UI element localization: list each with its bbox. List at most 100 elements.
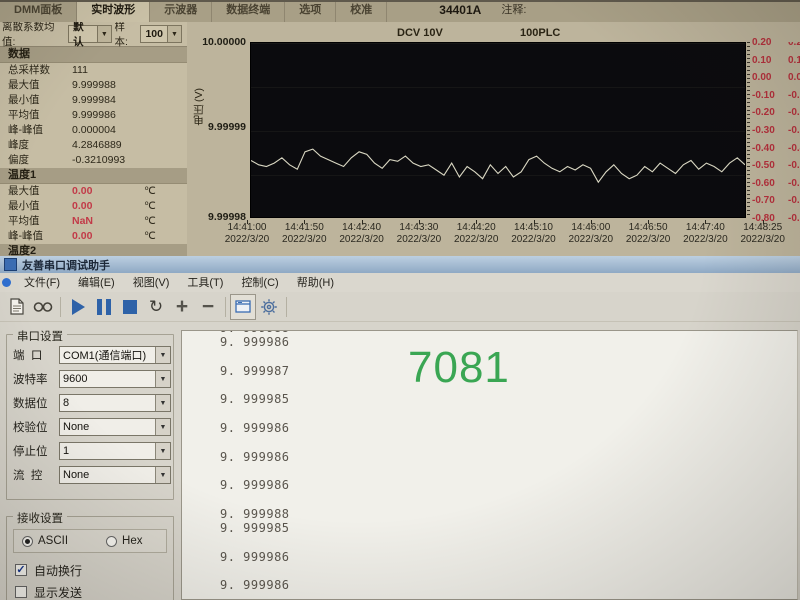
- dmm-app-window: DMM面板实时波形示波器数据终端选项校准34401A 注释: 离散系数均值: 默…: [0, 0, 800, 256]
- right-tick-label: 0.00: [752, 72, 786, 83]
- refresh-button[interactable]: ↻: [143, 294, 169, 320]
- photographed-screen: DMM面板实时波形示波器数据终端选项校准34401A 注释: 离散系数均值: 默…: [0, 0, 800, 600]
- terminal-line: [220, 564, 797, 578]
- right-tick-label: -0.40: [752, 143, 786, 154]
- right-tick-label-clipped: -0.30: [788, 125, 800, 136]
- stat-label: 峰度: [0, 138, 72, 153]
- dmm-tab[interactable]: DMM面板: [0, 0, 77, 22]
- menu-item[interactable]: 文件(F): [15, 274, 69, 292]
- toolbar-separator: [286, 297, 287, 317]
- checkbox-checked-icon[interactable]: ✓: [15, 564, 27, 576]
- record-button[interactable]: [30, 294, 56, 320]
- radio-hex[interactable]: Hex: [106, 535, 142, 547]
- terminal-line: 9. 999985: [220, 521, 797, 535]
- field-select[interactable]: None▼: [59, 466, 171, 484]
- right-tick-label-clipped: 0.00: [788, 72, 800, 83]
- radio-icon: [22, 536, 33, 547]
- terminal-line: 9. 999985: [220, 392, 797, 406]
- terminal-line: 9. 999988: [220, 507, 797, 521]
- chevron-down-icon[interactable]: ▼: [155, 443, 170, 459]
- stat-row: 峰-峰值0.00℃: [0, 229, 187, 244]
- field-select[interactable]: 8▼: [59, 394, 171, 412]
- radio-ascii[interactable]: ASCII: [22, 535, 68, 547]
- field-select[interactable]: 1▼: [59, 442, 171, 460]
- right-tick-label: -0.70: [752, 195, 786, 206]
- display-mode-box: ASCII Hex: [13, 529, 167, 553]
- window-view-button[interactable]: [230, 294, 256, 320]
- stat-value: -0.3210993: [72, 153, 144, 168]
- stat-row: 平均值9.999986: [0, 108, 187, 123]
- window-icon: [235, 300, 251, 313]
- dmm-tab[interactable]: 示波器: [150, 0, 212, 22]
- right-tick-label-clipped: -0.40: [788, 143, 800, 154]
- plot-area[interactable]: [250, 42, 746, 218]
- sampling-controls: 离散系数均值: 默认 ▼ 样本: 100 ▼: [0, 22, 187, 46]
- stop-icon: [123, 300, 137, 314]
- chevron-down-icon[interactable]: ▼: [155, 395, 170, 411]
- zoom-in-button[interactable]: +: [169, 294, 195, 320]
- dispersion-select[interactable]: 默认 ▼: [68, 25, 111, 43]
- show-sent-checkbox-row[interactable]: 显示发送: [15, 581, 173, 600]
- chevron-down-icon[interactable]: ▼: [155, 347, 170, 363]
- chevron-down-icon[interactable]: ▼: [167, 26, 181, 42]
- select-value: 9600: [60, 373, 155, 385]
- stat-label: 平均值: [0, 108, 72, 123]
- pause-button[interactable]: [91, 294, 117, 320]
- serial-titlebar[interactable]: 友善串口调试助手: [0, 256, 800, 273]
- menu-item[interactable]: 帮助(H): [288, 274, 343, 292]
- dmm-tab[interactable]: 实时波形: [77, 0, 150, 22]
- receive-group-title: 接收设置: [13, 510, 67, 526]
- field-select[interactable]: 9600▼: [59, 370, 171, 388]
- chevron-down-icon[interactable]: ▼: [155, 467, 170, 483]
- sample-value: 100: [145, 28, 163, 40]
- stat-row: 平均值NaN℃: [0, 214, 187, 229]
- field-select[interactable]: COM1(通信端口)▼: [59, 346, 171, 364]
- stat-label: 峰-峰值: [0, 229, 72, 244]
- dmm-tab[interactable]: 选项: [285, 0, 336, 22]
- serial-field-row: 流 控None▼: [7, 463, 173, 487]
- dispersion-value: 默认: [73, 22, 93, 49]
- field-label: 端 口: [13, 347, 59, 363]
- menu-item[interactable]: 工具(T): [178, 274, 232, 292]
- plc-setting-label: 100PLC: [520, 27, 560, 39]
- field-select[interactable]: None▼: [59, 418, 171, 436]
- autowrap-checkbox-row[interactable]: ✓ 自动换行: [15, 559, 173, 581]
- right-tick-label: -0.10: [752, 90, 786, 101]
- pause-icon: [97, 299, 111, 315]
- receive-terminal[interactable]: 9. 9999889. 999986 9. 999987 9. 999985 9…: [181, 330, 798, 600]
- serial-window-title: 友善串口调试助手: [22, 257, 110, 273]
- menu-item[interactable]: 视图(V): [124, 274, 179, 292]
- data-rows: 总采样数111最大值9.999988最小值9.999984平均值9.999986…: [0, 63, 187, 168]
- right-tick-label: 0.20: [752, 37, 786, 48]
- document-icon: [10, 298, 24, 315]
- chevron-down-icon[interactable]: ▼: [155, 419, 170, 435]
- waveform-trace: [251, 43, 745, 217]
- settings-button[interactable]: [256, 294, 282, 320]
- stat-row: 总采样数111: [0, 63, 187, 78]
- dmm-tab[interactable]: 校准: [336, 0, 387, 22]
- stat-label: 最大值: [0, 78, 72, 93]
- menu-item[interactable]: 控制(C): [232, 274, 287, 292]
- serial-app-icon: [4, 258, 17, 271]
- stat-unit: ℃: [144, 214, 156, 229]
- zoom-out-button[interactable]: −: [195, 294, 221, 320]
- stat-row: 峰度4.2846889: [0, 138, 187, 153]
- chevron-down-icon[interactable]: ▼: [155, 371, 170, 387]
- new-file-button[interactable]: [4, 294, 30, 320]
- right-tick-label-clipped: -0.20: [788, 107, 800, 118]
- gear-icon: [260, 298, 278, 316]
- stat-label: 最小值: [0, 199, 72, 214]
- stop-button[interactable]: [117, 294, 143, 320]
- menu-item[interactable]: 编辑(E): [69, 274, 124, 292]
- terminal-line: [220, 464, 797, 478]
- chevron-down-icon[interactable]: ▼: [97, 26, 110, 42]
- sample-select[interactable]: 100 ▼: [140, 25, 182, 43]
- serial-field-row: 校验位None▼: [7, 415, 173, 439]
- toolbar-separator: [60, 297, 61, 317]
- toolbar-separator: [225, 297, 226, 317]
- port-group-title: 串口设置: [13, 328, 67, 344]
- start-button[interactable]: [65, 294, 91, 320]
- stat-value: 4.2846889: [72, 138, 144, 153]
- dmm-tab[interactable]: 数据终端: [212, 0, 285, 22]
- checkbox-unchecked-icon[interactable]: [15, 586, 27, 598]
